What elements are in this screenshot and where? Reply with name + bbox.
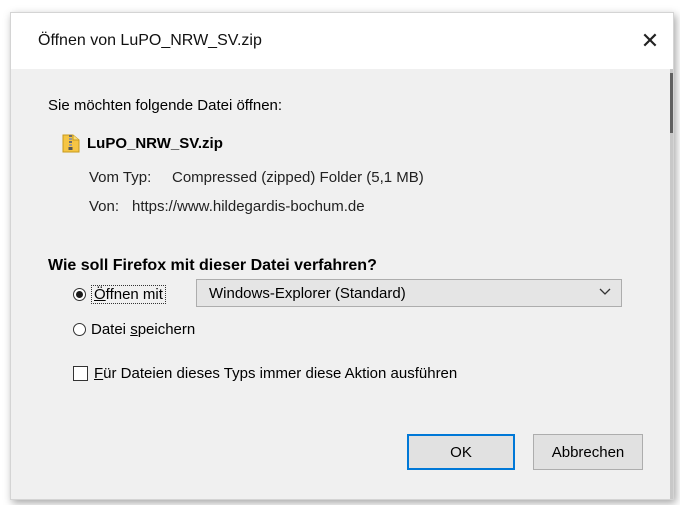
- chevron-down-icon: [599, 288, 611, 295]
- save-file-mnemonic: s: [130, 321, 138, 338]
- open-with-text: ffnen mit: [105, 286, 163, 303]
- scrollbar-track[interactable]: [670, 69, 673, 499]
- dialog-content: Sie möchten folgende Datei öffnen: LuPO_…: [11, 69, 673, 499]
- title-bar: Öffnen von LuPO_NRW_SV.zip ✕: [11, 13, 673, 69]
- always-action-mnemonic: F: [94, 365, 104, 382]
- always-action-text: ür Dateien dieses Typs immer diese Aktio…: [103, 365, 458, 382]
- scrollbar-thumb[interactable]: [670, 73, 673, 133]
- save-file-text-pre: Datei: [91, 321, 131, 338]
- save-file-label: Datei speichern: [91, 321, 195, 338]
- file-name: LuPO_NRW_SV.zip: [87, 134, 223, 152]
- dialog-title: Öffnen von LuPO_NRW_SV.zip: [38, 32, 262, 49]
- close-icon: ✕: [640, 28, 660, 53]
- file-source-value: https://www.hildegardis-bochum.de: [132, 198, 365, 215]
- open-with-option[interactable]: Öffnen mit: [73, 285, 166, 304]
- action-question: Wie soll Firefox mit dieser Datei verfah…: [48, 257, 377, 274]
- cancel-button[interactable]: Abbrechen: [533, 434, 643, 470]
- file-type-label: Vom Typ:: [89, 169, 152, 186]
- open-prompt: Sie möchten folgende Datei öffnen:: [48, 97, 283, 114]
- save-file-text-rest: peichern: [137, 321, 196, 338]
- open-with-mnemonic: Ö: [94, 286, 106, 303]
- save-file-radio[interactable]: [73, 323, 86, 336]
- open-with-radio[interactable]: [73, 288, 86, 301]
- always-action-label: Für Dateien dieses Typs immer diese Akti…: [94, 365, 457, 382]
- zip-folder-icon: [62, 134, 80, 153]
- file-source-label: Von:: [89, 198, 120, 215]
- download-dialog: Öffnen von LuPO_NRW_SV.zip ✕ Sie möchten…: [10, 12, 674, 500]
- open-with-label: Öffnen mit: [91, 285, 166, 304]
- always-action-option[interactable]: Für Dateien dieses Typs immer diese Akti…: [73, 365, 457, 382]
- save-file-option[interactable]: Datei speichern: [73, 321, 195, 338]
- application-select-value: Windows-Explorer (Standard): [209, 284, 406, 302]
- close-button[interactable]: ✕: [637, 28, 663, 53]
- file-type-value: Compressed (zipped) Folder (5,1 MB): [172, 169, 424, 186]
- application-select[interactable]: Windows-Explorer (Standard): [196, 279, 622, 307]
- file-row: LuPO_NRW_SV.zip: [62, 133, 223, 153]
- ok-button[interactable]: OK: [407, 434, 515, 470]
- always-action-checkbox[interactable]: [73, 366, 88, 381]
